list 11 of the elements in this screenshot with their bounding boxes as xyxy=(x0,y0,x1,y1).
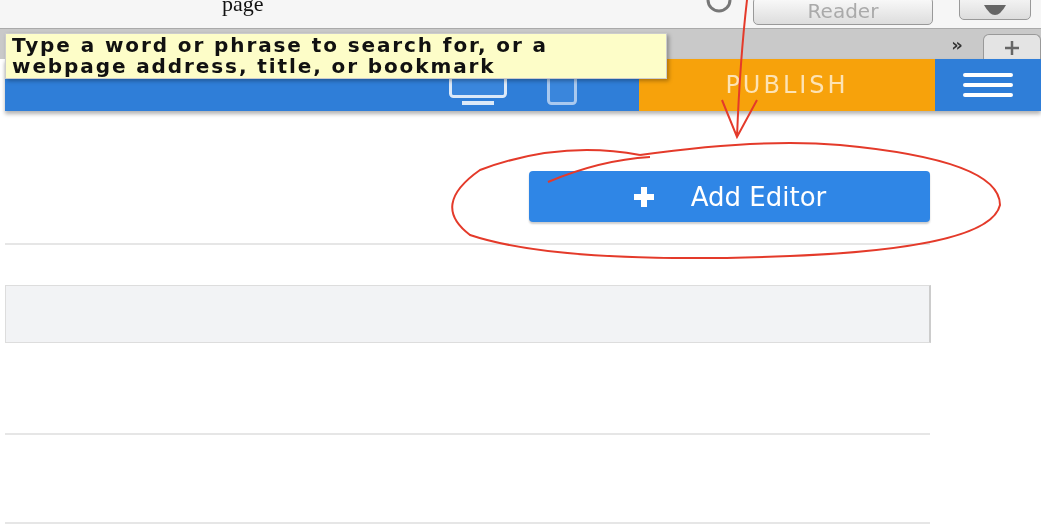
menu-button[interactable] xyxy=(935,59,1041,111)
tab-overflow-button[interactable]: » xyxy=(951,33,963,55)
shield-button[interactable] xyxy=(959,0,1031,20)
tooltip: Type a word or phrase to search for, or a webpage address, title, or bookmark xyxy=(5,33,667,79)
menu-icon xyxy=(963,72,1013,98)
add-editor-button[interactable]: Add Editor xyxy=(529,171,930,222)
new-tab-button[interactable] xyxy=(983,34,1041,60)
plus-icon xyxy=(632,185,655,208)
reader-button[interactable]: Reader xyxy=(753,0,933,25)
plus-icon xyxy=(1004,39,1020,56)
page-title-fragment: page xyxy=(222,0,264,17)
